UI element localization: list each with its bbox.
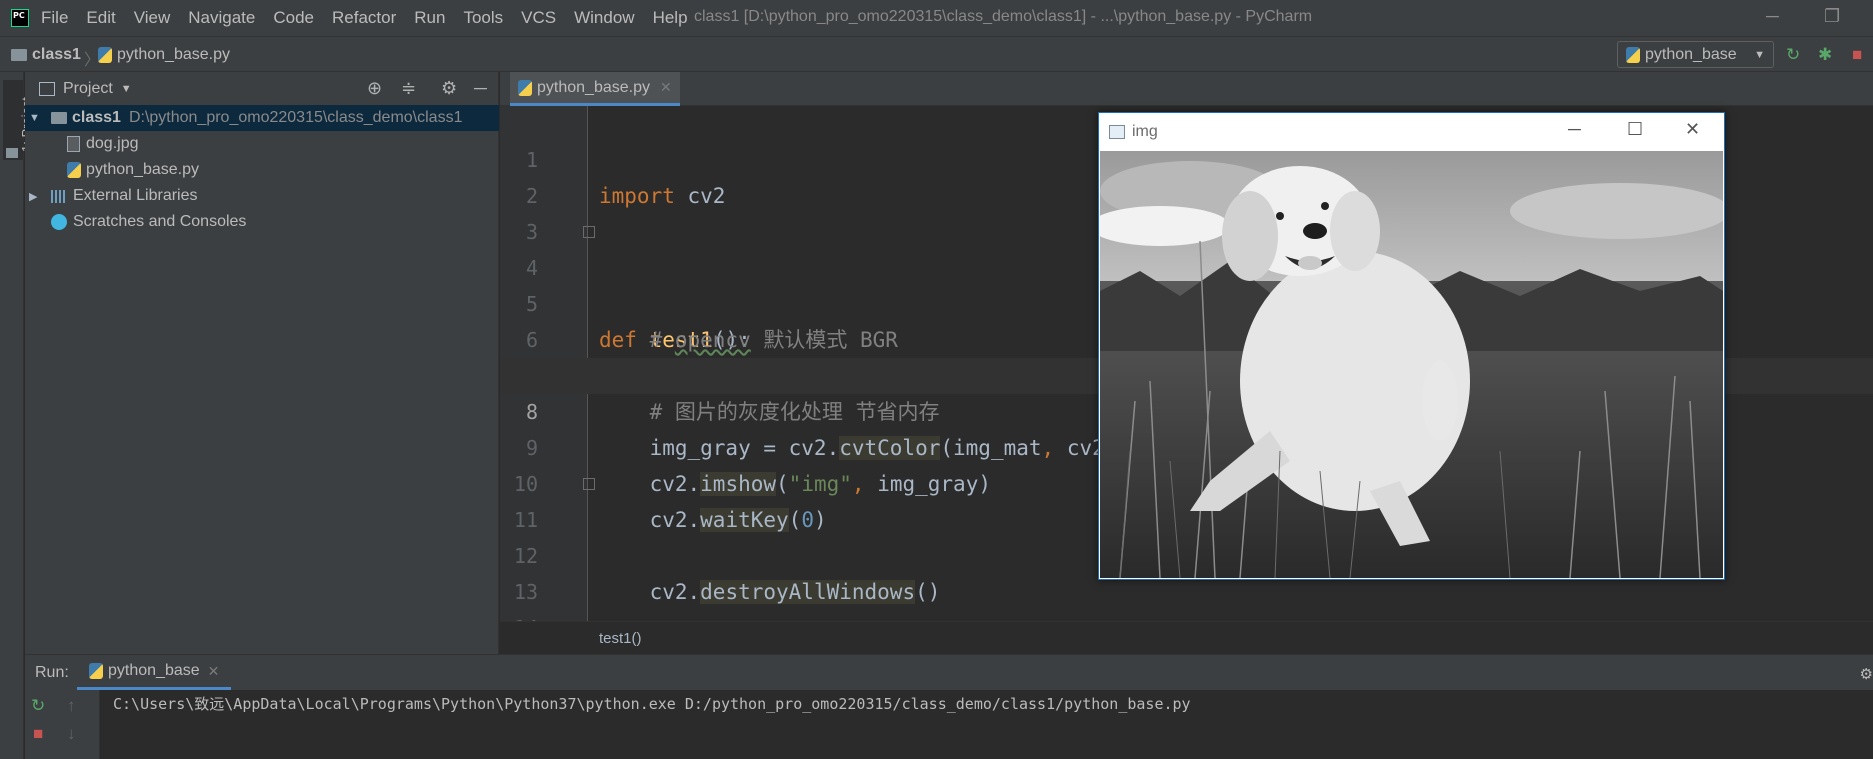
- close-icon[interactable]: ✕: [1685, 119, 1700, 140]
- tree-item-label: External Libraries: [73, 187, 198, 204]
- close-icon[interactable]: ✕: [208, 663, 220, 680]
- menu-edit[interactable]: Edit: [86, 8, 115, 28]
- python-file-icon: [518, 79, 532, 96]
- collapsed-arrow-icon[interactable]: ▶: [29, 190, 43, 203]
- folder-icon: [51, 112, 67, 124]
- navigation-bar: class1 〉 python_base.py python_base ▼ ↻ …: [0, 36, 1873, 72]
- minimize-icon[interactable]: ─: [1568, 119, 1581, 140]
- run-config-label: python_base: [1645, 45, 1737, 63]
- image-file-icon: [67, 136, 80, 152]
- menu-vcs[interactable]: VCS: [521, 8, 556, 28]
- tree-item-label: dog.jpg: [86, 135, 139, 152]
- tree-item-external-libraries[interactable]: ▶ External Libraries: [25, 183, 499, 209]
- run-config-selector[interactable]: python_base ▼: [1617, 41, 1774, 68]
- debug-icon[interactable]: ✱: [1818, 45, 1832, 65]
- left-tool-strip: 1: Project: [0, 72, 34, 759]
- run-toolbar: ↻ ↑ ■ ↓: [25, 690, 100, 759]
- restore-icon[interactable]: ❐: [1824, 6, 1840, 27]
- menu-code[interactable]: Code: [273, 8, 314, 28]
- tree-item-label: python_base.py: [86, 161, 199, 178]
- collapse-all-icon[interactable]: ≑: [401, 78, 416, 99]
- editor-tabs: python_base.py ✕: [500, 72, 1873, 106]
- window-title: class1 [D:\python_pro_omo220315\class_de…: [694, 8, 1313, 25]
- chevron-down-icon: ▼: [1754, 48, 1765, 61]
- fold-marker-icon[interactable]: [583, 478, 595, 490]
- run-tab-label: python_base: [108, 662, 200, 679]
- image-window-title: img: [1132, 122, 1158, 140]
- run-panel-label: Run:: [35, 664, 69, 681]
- project-view-icon: [39, 81, 55, 96]
- image-window[interactable]: img ─ ☐ ✕: [1098, 112, 1725, 580]
- rerun-icon[interactable]: ↻: [31, 696, 45, 716]
- menu-bar: File Edit View Navigate Code Refactor Ru…: [0, 0, 1873, 36]
- arrow-down-icon[interactable]: ↓: [67, 724, 76, 744]
- menu-tools[interactable]: Tools: [463, 8, 503, 28]
- tree-item-dog-jpg[interactable]: dog.jpg: [25, 131, 499, 157]
- tree-item-python-base[interactable]: python_base.py: [25, 157, 499, 183]
- tree-item-path: D:\python_pro_omo220315\class_demo\class…: [128, 109, 463, 126]
- breadcrumb-file-label: python_base.py: [117, 46, 230, 63]
- project-panel-title[interactable]: Project: [63, 80, 113, 98]
- folder-icon: [6, 148, 18, 158]
- stop-icon[interactable]: ■: [1852, 45, 1862, 65]
- locate-icon[interactable]: ⊕: [367, 78, 382, 99]
- library-icon: [51, 189, 67, 203]
- grayscale-dog-image: [1100, 151, 1723, 578]
- editor-breadcrumb[interactable]: test1(): [599, 630, 642, 647]
- window-icon: [1109, 124, 1125, 139]
- tree-item-class1[interactable]: ▼ class1 D:\python_pro_omo220315\class_d…: [25, 105, 499, 131]
- breadcrumb-file[interactable]: python_base.py: [98, 46, 230, 64]
- python-file-icon: [89, 663, 103, 679]
- menu-window[interactable]: Window: [574, 8, 634, 28]
- rerun-icon[interactable]: ↻: [1786, 45, 1800, 65]
- project-panel: Project ▼ ⊕ ≑ ⚙ ─ ▼ class1 D:\python_pro…: [25, 72, 499, 654]
- menu-run[interactable]: Run: [414, 8, 445, 28]
- stop-icon[interactable]: ■: [33, 724, 43, 744]
- menu-help[interactable]: Help: [653, 8, 688, 28]
- menu-view[interactable]: View: [134, 8, 171, 28]
- python-run-config-icon: [1626, 46, 1640, 63]
- breadcrumb-project-label: class1: [32, 46, 81, 63]
- gear-icon[interactable]: ⚙: [1860, 665, 1873, 683]
- minimize-icon[interactable]: ─: [1766, 6, 1779, 27]
- breadcrumb-project[interactable]: class1: [11, 46, 81, 64]
- tree-item-label: Scratches and Consoles: [73, 213, 247, 230]
- run-panel-header: Run: python_base ✕ ⚙: [25, 655, 1873, 690]
- chevron-down-icon[interactable]: ▼: [121, 83, 132, 95]
- tab-label: python_base.py: [537, 78, 650, 96]
- pycharm-logo-icon: [11, 9, 29, 27]
- menu-file[interactable]: File: [41, 8, 68, 28]
- dog-photo: [1100, 151, 1723, 578]
- tree-item-label: class1: [72, 109, 121, 126]
- editor-breadcrumb-bar: test1(): [500, 621, 1873, 654]
- python-file-icon: [67, 162, 81, 178]
- menu-navigate[interactable]: Navigate: [188, 8, 255, 28]
- tree-item-scratches[interactable]: Scratches and Consoles: [25, 209, 499, 235]
- tab-python-base[interactable]: python_base.py ✕: [510, 72, 680, 106]
- maximize-icon[interactable]: ☐: [1627, 119, 1643, 140]
- run-panel: Run: python_base ✕ ⚙ ↻ ↑ ■ ↓ C:\Users\致远…: [25, 654, 1873, 759]
- scratches-icon: [51, 214, 67, 230]
- arrow-up-icon[interactable]: ↑: [67, 696, 76, 716]
- hide-icon[interactable]: ─: [474, 78, 487, 99]
- gear-icon[interactable]: ⚙: [441, 78, 457, 99]
- fold-marker-icon[interactable]: [583, 226, 595, 238]
- run-tab-python-base[interactable]: python_base ✕: [77, 655, 232, 690]
- python-file-icon: [98, 47, 112, 63]
- menu-refactor[interactable]: Refactor: [332, 8, 396, 28]
- expanded-arrow-icon[interactable]: ▼: [29, 112, 43, 124]
- folder-icon: [11, 49, 27, 61]
- close-icon[interactable]: ✕: [660, 79, 672, 96]
- console-output[interactable]: C:\Users\致远\AppData\Local\Programs\Pytho…: [113, 693, 1191, 714]
- project-panel-header: Project ▼: [25, 72, 498, 106]
